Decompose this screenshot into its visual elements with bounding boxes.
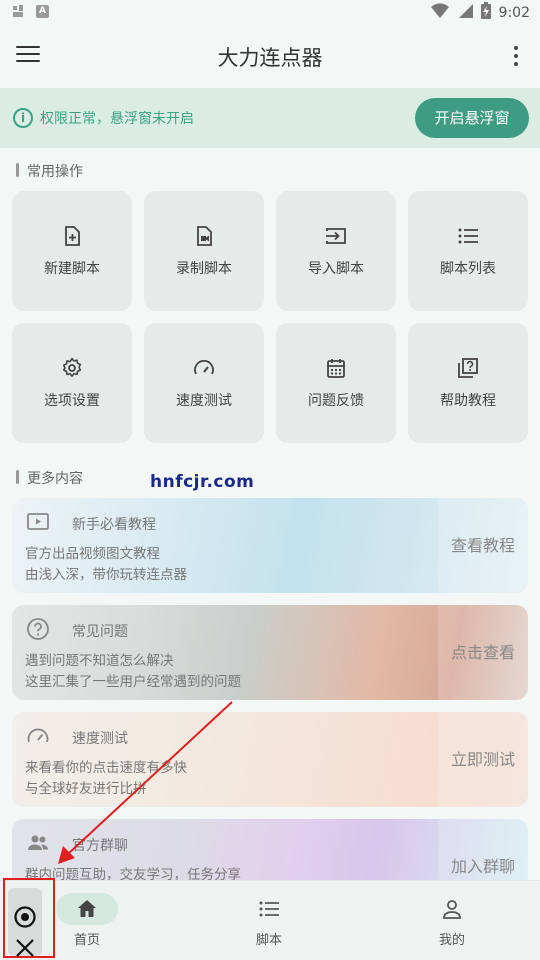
card-line: 来看看你的点击速度有多快 (25, 760, 187, 776)
tile-settings[interactable]: 选项设置 (12, 323, 132, 443)
join-group-button[interactable]: 加入群聊 (438, 819, 528, 880)
wifi-icon (430, 2, 449, 23)
card-title: 常见问题 (72, 624, 128, 640)
card-line: 官方出品视频图文教程 (25, 546, 160, 562)
file-record-icon (197, 226, 212, 246)
tile-label: 速度测试 (176, 393, 232, 409)
permission-notice: i 权限正常，悬浮窗未开启 开启悬浮窗 (0, 88, 540, 148)
card-speed-test[interactable]: 速度测试 来看看你的点击速度有多快 与全球好友进行比拼 立即测试 (12, 712, 528, 807)
nav-label: 我的 (438, 933, 465, 948)
tile-import-script[interactable]: 导入脚本 (276, 191, 396, 311)
more-vert-icon[interactable] (512, 46, 520, 68)
tile-label: 帮助教程 (440, 393, 496, 409)
list-icon (259, 901, 279, 917)
view-tutorial-button[interactable]: 查看教程 (438, 498, 528, 593)
app-title: 大力连点器 (217, 46, 323, 70)
tile-record-script[interactable]: 录制脚本 (144, 191, 264, 311)
nav-item-scripts[interactable]: 脚本 (209, 881, 329, 960)
card-line: 遇到问题不知道怎么解决 (25, 653, 174, 669)
notification-icon (10, 3, 26, 19)
battery-icon (480, 2, 491, 23)
file-add-icon (65, 226, 80, 246)
card-line: 这里汇集了一些用户经常遇到的问题 (25, 674, 241, 690)
card-title: 新手必看教程 (72, 517, 156, 533)
section-title-more: 更多内容 (16, 468, 83, 488)
card-line: 与全球好友进行比拼 (25, 781, 147, 797)
view-faq-button[interactable]: 点击查看 (438, 605, 528, 700)
card-line: 群内问题互助，交友学习，任务分享 (25, 867, 241, 880)
user-icon (443, 900, 461, 919)
card-faq[interactable]: 常见问题 遇到问题不知道怎么解决 这里汇集了一些用户经常遇到的问题 点击查看 (12, 605, 528, 700)
bottom-nav: 首页 脚本 我的 (0, 880, 540, 960)
tile-new-script[interactable]: 新建脚本 (12, 191, 132, 311)
tile-label: 问题反馈 (308, 393, 364, 409)
notice-text: 权限正常，悬浮窗未开启 (40, 111, 194, 127)
card-line: 由浅入深，带你玩转连点器 (25, 567, 187, 583)
status-bar: A 9:02 (0, 0, 540, 24)
card-group-chat[interactable]: 官方群聊 群内问题互助，交友学习，任务分享 加入群聊 (12, 819, 528, 880)
floating-control-panel (8, 888, 42, 959)
info-icon: i (13, 108, 33, 128)
list-icon (458, 228, 478, 244)
section-title-common: 常用操作 (16, 161, 83, 181)
speedometer-icon (27, 728, 49, 743)
nav-label: 脚本 (255, 933, 282, 948)
tile-help[interactable]: 帮助教程 (408, 323, 528, 443)
gear-icon (62, 357, 82, 377)
nav-item-profile[interactable]: 我的 (392, 881, 512, 960)
tile-speed-test[interactable]: 速度测试 (144, 323, 264, 443)
card-title: 官方群聊 (72, 838, 128, 854)
tile-script-list[interactable]: 脚本列表 (408, 191, 528, 311)
a-icon: A (36, 5, 49, 18)
tile-label: 新建脚本 (44, 261, 100, 277)
close-icon[interactable] (14, 937, 36, 959)
home-icon (78, 900, 96, 917)
watermark-text: hnfcjr.com (150, 472, 255, 492)
group-icon (28, 835, 48, 850)
speedometer-icon (194, 360, 214, 375)
import-icon (326, 228, 346, 244)
tile-label: 录制脚本 (176, 261, 232, 277)
target-icon[interactable] (13, 905, 37, 929)
help-book-icon (458, 358, 478, 378)
enable-float-window-button[interactable]: 开启悬浮窗 (415, 98, 529, 138)
card-title: 速度测试 (72, 731, 128, 747)
calendar-icon (327, 359, 345, 378)
signal-icon (457, 3, 473, 23)
tile-label: 选项设置 (44, 393, 100, 409)
question-icon (27, 618, 49, 640)
status-time: 9:02 (498, 4, 530, 21)
tile-label: 脚本列表 (440, 261, 496, 277)
video-icon (27, 513, 49, 530)
tile-feedback[interactable]: 问题反馈 (276, 323, 396, 443)
tile-label: 导入脚本 (308, 261, 364, 277)
floating-control-highlight (3, 878, 55, 958)
card-tutorial[interactable]: 新手必看教程 官方出品视频图文教程 由浅入深，带你玩转连点器 查看教程 (12, 498, 528, 593)
start-test-button[interactable]: 立即测试 (438, 712, 528, 807)
app-bar: 大力连点器 (0, 24, 540, 88)
